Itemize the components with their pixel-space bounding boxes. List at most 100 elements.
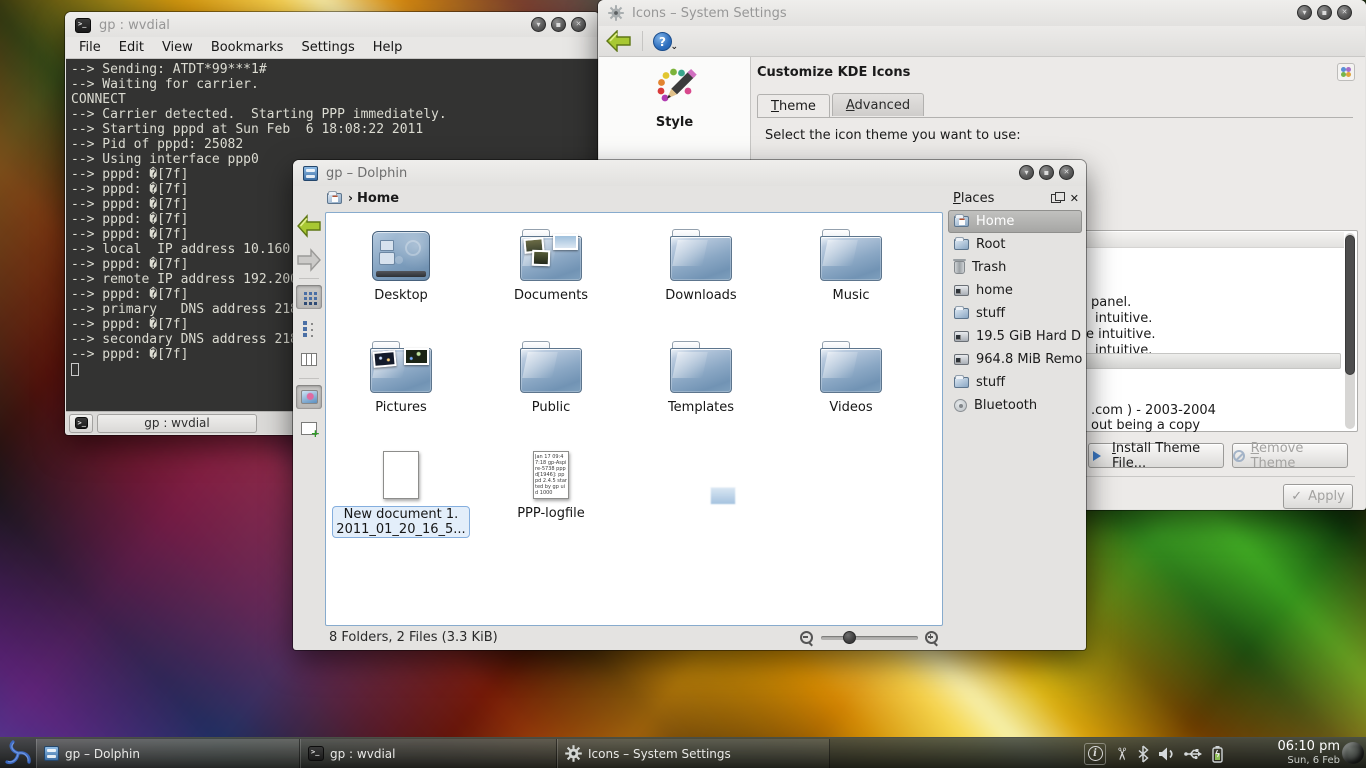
split-view-button[interactable] [296,416,322,440]
places-item-hard-drive[interactable]: 19.5 GiB Hard Drive [948,325,1082,348]
file-item-pictures[interactable]: Pictures [331,333,471,415]
places-label: Trash [972,260,1006,275]
klipper-icon[interactable] [1111,746,1131,760]
home-icon[interactable] [327,193,342,204]
tab-theme[interactable]: Theme [757,94,830,117]
menu-settings[interactable]: Settings [292,38,363,57]
menu-file[interactable]: File [70,38,110,57]
file-item-ppp-logfile[interactable]: Jan 17 09:47:18 gp-Aspire-5738 pppd[1946… [481,439,621,521]
item-label: Documents [481,288,621,303]
zoom-in-icon[interactable] [925,631,939,645]
terminal-line: --> Starting pppd at Sun Feb 6 18:08:22 … [71,122,594,137]
close-button[interactable] [1059,165,1074,180]
file-item-music[interactable]: Music [781,221,921,303]
file-item-templates[interactable]: Templates [631,333,771,415]
list-scrollbar[interactable] [1345,233,1355,429]
places-panel-header: Places ✕ [953,191,1079,206]
documents-folder-icon [520,236,582,281]
columns-view-button[interactable] [296,347,322,371]
scrollbar-thumb[interactable] [1345,235,1355,375]
preview-button[interactable] [296,385,322,409]
back-button[interactable] [296,214,322,238]
terminal-line: --> Sending: ATDT*99***1# [71,62,594,77]
help-button[interactable]: ? [653,32,672,51]
minimize-button[interactable] [531,17,546,32]
zoom-slider[interactable] [821,636,918,640]
volume-icon[interactable] [1158,746,1175,762]
settings-titlebar[interactable]: Icons – System Settings [598,0,1366,26]
taskbar: gp – Dolphin gp : wvdial Icons – System … [0,737,1366,768]
split-view-icon [301,422,317,435]
battery-icon[interactable] [1211,745,1224,763]
minimize-button[interactable] [1019,165,1034,180]
task-dolphin[interactable]: gp – Dolphin [36,739,300,768]
terminal-line: --> Pid of pppd: 25082 [71,137,594,152]
breadcrumb-home[interactable]: Home [357,191,399,206]
dolphin-titlebar[interactable]: gp – Dolphin [293,160,1086,186]
maximize-button[interactable] [1317,5,1332,20]
back-button[interactable] [605,30,632,52]
icons-view-button[interactable] [296,285,322,309]
remove-theme-button[interactable]: Remove Theme [1232,443,1348,468]
close-panel-icon[interactable]: ✕ [1070,192,1079,205]
new-tab-button[interactable] [69,414,93,433]
apply-button[interactable]: ✓ Apply [1283,484,1353,509]
style-icon [652,63,698,109]
file-item-new-document[interactable]: New document 1. 2011_01_20_16_5... [331,439,471,538]
places-item-root[interactable]: Root [948,233,1082,256]
menu-edit[interactable]: Edit [110,38,153,57]
zoom-out-icon[interactable] [800,631,814,645]
konsole-tab[interactable]: gp : wvdial [97,414,257,433]
dolphin-title: gp – Dolphin [326,166,407,181]
bluetooth-icon[interactable] [1136,745,1150,763]
places-item-stuff[interactable]: stuff [948,302,1082,325]
terminal-line: --> Waiting for carrier. [71,77,594,92]
maximize-button[interactable] [551,17,566,32]
places-item-home-drive[interactable]: home [948,279,1082,302]
clock[interactable]: 06:10 pm Sun, 6 Feb [1277,740,1340,766]
file-item-desktop[interactable]: Desktop [331,221,471,303]
terminal-line: --> Carrier detected. Starting PPP immed… [71,107,594,122]
task-konsole[interactable]: gp : wvdial [300,739,557,768]
maximize-button[interactable] [1039,165,1054,180]
tab-advanced[interactable]: Advanced [832,93,924,116]
folder-icon [954,308,969,319]
tab-content-border [757,117,1353,118]
konsole-titlebar[interactable]: gp : wvdial [65,12,600,38]
folder-icon [820,236,882,281]
forward-button[interactable] [296,248,322,272]
remove-icon [1233,450,1245,462]
overview-icon[interactable] [1337,63,1355,81]
places-item-home[interactable]: Home [948,210,1082,233]
usb-device-icon[interactable] [1183,746,1203,762]
dolphin-folder-view[interactable]: Desktop Documents Downloads [325,212,943,626]
close-button[interactable] [1337,5,1352,20]
install-theme-button[interactable]: Install Theme File... [1088,443,1224,468]
file-item-downloads[interactable]: Downloads [631,221,771,303]
pictures-folder-icon [370,348,432,393]
places-item-stuff2[interactable]: stuff [948,371,1082,394]
zoom-slider-handle[interactable] [843,631,856,644]
breadcrumb-separator: › [348,191,353,205]
panel-toolbox-cashew[interactable] [1342,742,1364,764]
places-item-removable[interactable]: 964.8 MiB Remov... [948,348,1082,371]
menu-help[interactable]: Help [364,38,412,57]
close-button[interactable] [571,17,586,32]
sidebar-item-style[interactable]: Style [599,57,750,130]
menu-view[interactable]: View [153,38,202,57]
task-system-settings[interactable]: Icons – System Settings [557,739,830,768]
places-item-trash[interactable]: Trash [948,256,1082,279]
app-launcher-button[interactable] [2,739,34,768]
item-label: Public [481,400,621,415]
menu-bookmarks[interactable]: Bookmarks [202,38,293,57]
details-view-button[interactable] [296,316,322,340]
file-item-documents[interactable]: Documents [481,221,621,303]
folder-icon [954,239,969,250]
file-item-public[interactable]: Public [481,333,621,415]
folder-icon [670,348,732,393]
minimize-button[interactable] [1297,5,1312,20]
places-item-bluetooth[interactable]: Bluetooth [948,394,1082,417]
file-item-videos[interactable]: Videos [781,333,921,415]
notifications-icon[interactable] [1084,743,1106,765]
detach-panel-icon[interactable] [1051,194,1061,203]
